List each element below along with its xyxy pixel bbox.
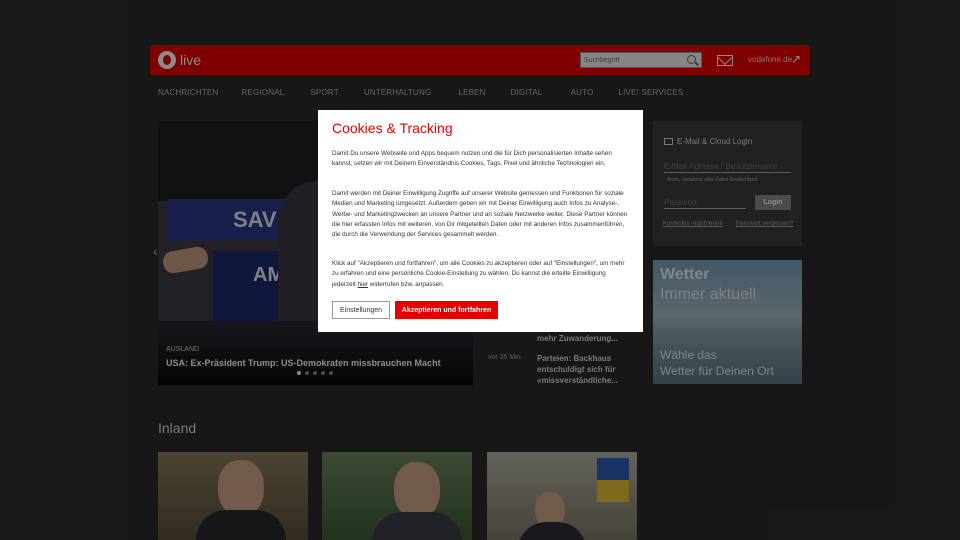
cookie-text-part: widerrufen bzw. anpassen. xyxy=(368,280,445,288)
cookie-text: Klick auf "Akzeptieren und fortfahren", … xyxy=(332,259,629,290)
settings-button[interactable]: Einstellungen xyxy=(332,301,390,319)
cookie-dialog-title: Cookies & Tracking xyxy=(332,120,453,136)
accept-button[interactable]: Akzeptieren und fortfahren xyxy=(395,301,498,319)
cookie-consent-dialog: Cookies & Tracking Damit Du unsere Webse… xyxy=(318,110,643,332)
cookie-text: Damit werden mit Deiner Einwilligung Zug… xyxy=(332,190,628,239)
cookie-text: Damit Du unsere Webseite und Apps bequem… xyxy=(332,150,612,168)
revoke-consent-link[interactable]: hier xyxy=(358,281,369,288)
